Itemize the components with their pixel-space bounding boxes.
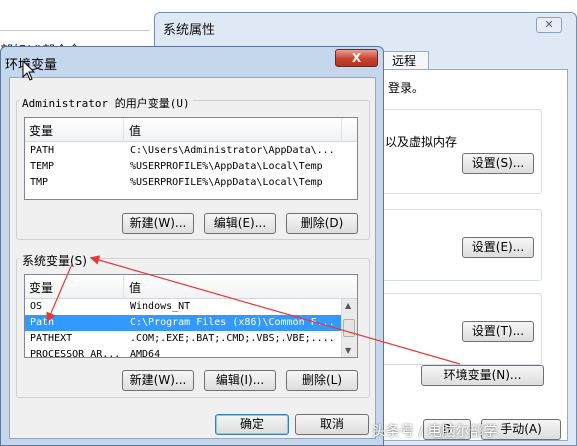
close-button[interactable]: X [335,49,378,67]
column-header-value[interactable]: 值 [129,122,141,139]
user-variables-label: Administrator 的用户变量(U) [19,95,193,111]
scrollbar-thumb[interactable] [343,319,355,337]
list-header: 变量 值 [25,275,357,299]
column-divider [123,275,124,299]
environment-variables-button[interactable]: 环境变量(N)... [421,365,544,386]
variable-name: Path [30,317,55,328]
watermark: 头条号 / 电脑尔部学 [372,424,498,440]
user-new-button[interactable]: 新建(W)... [122,213,194,234]
user-delete-button[interactable]: 删除(D) [286,213,358,234]
list-header: 变量 值 [25,118,357,142]
system-delete-button[interactable]: 删除(L) [286,370,358,391]
variable-value: C:\Program Files (x86)\Common F... [130,317,335,328]
list-item[interactable]: PATHEXT .COM;.EXE;.BAT;.CMD;.VBS;.VBE;..… [25,331,343,347]
variable-name: PATH [30,145,55,156]
background-divider [0,30,150,31]
scroll-down-icon[interactable]: ▼ [345,346,351,355]
variable-name: PROCESSOR_AR... [30,349,121,358]
column-header-variable[interactable]: 变量 [29,122,53,139]
vertical-scrollbar[interactable]: ▲ ▼ [341,299,357,357]
scroll-up-icon[interactable]: ▲ [345,301,351,310]
variable-name: PATHEXT [30,333,73,344]
variable-value: %USERPROFILE%\AppData\Local\Temp [130,177,323,188]
system-new-button[interactable]: 新建(W)... [122,370,194,391]
column-divider [123,118,124,142]
variable-name: TEMP [30,161,55,172]
variable-name: OS [30,301,43,312]
variable-value: .COM;.EXE;.BAT;.CMD;.VBS;.VBE;.... [130,333,335,344]
column-divider [341,118,342,142]
cancel-button[interactable]: 取消 [295,414,369,435]
list-item-selected[interactable]: Path C:\Program Files (x86)\Common F... [25,315,343,331]
list-item[interactable]: PROCESSOR_AR... AMD64 [25,347,343,358]
list-item[interactable]: TMP %USERPROFILE%\AppData\Local\Temp [25,175,343,191]
mouse-cursor-icon [22,60,36,81]
system-variables-label: 系统变量(S) [19,252,90,269]
system-variables-list[interactable]: 变量 值 OS Windows_NT Path C:\Program Files… [24,274,358,358]
list-item[interactable]: OS Windows_NT [25,299,343,315]
user-profiles-settings-button[interactable]: 设置(E)... [462,237,534,258]
user-variables-list[interactable]: 变量 值 PATH C:\Users\Administrator\AppData… [24,117,358,200]
performance-group [375,109,542,194]
column-header-variable[interactable]: 变量 [29,279,53,296]
performance-settings-button[interactable]: 设置(S)... [462,153,534,174]
column-header-value[interactable]: 值 [129,279,141,296]
startup-settings-button[interactable]: 设置(T)... [462,321,534,342]
variable-value: AMD64 [130,349,161,358]
variable-value: %USERPROFILE%\AppData\Local\Temp [130,161,323,172]
system-properties-title: 系统属性 [163,23,216,38]
system-edit-button[interactable]: 编辑(I)... [204,370,276,391]
admin-login-note: 登录。 [388,81,425,95]
system-properties-close-button[interactable]: ✕ [536,17,562,33]
list-item[interactable]: TEMP %USERPROFILE%\AppData\Local\Temp [25,159,343,175]
tab-remote[interactable]: 远程 [379,51,429,71]
variable-value: C:\Users\Administrator\AppData\... [130,145,335,156]
list-item[interactable]: PATH C:\Users\Administrator\AppData\... [25,143,343,159]
variable-name: TMP [30,177,49,188]
user-edit-button[interactable]: 编辑(E)... [204,213,276,234]
variable-value: Windows_NT [130,301,191,312]
virtual-memory-note: 以及虚拟内存 [385,135,458,149]
ok-button[interactable]: 确定 [215,414,289,435]
